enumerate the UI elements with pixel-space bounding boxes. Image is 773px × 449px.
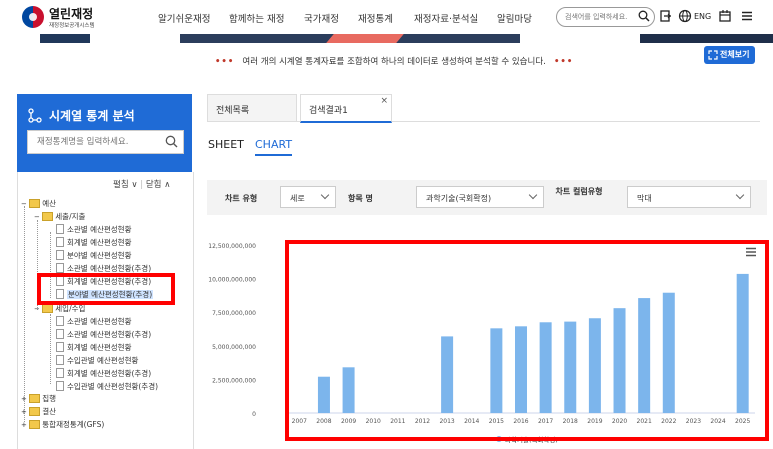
chevron-down-icon (735, 190, 745, 200)
info-message: ••• 여러 개의 시계열 통계자료를 조합하여 하나의 데이터로 생성하여 분… (215, 57, 574, 67)
document-icon (56, 381, 64, 391)
tree-item[interactable]: 소관별 예산편성현황(추경) (56, 329, 151, 341)
y-tick-label: 12,500,000,000 (208, 243, 256, 250)
tree-folder-gfs[interactable]: + 통합재정통계(GFS) (21, 419, 104, 431)
chart-type-select[interactable]: 세로 (280, 186, 336, 208)
document-icon (56, 368, 64, 378)
tree-collapse-button[interactable]: 닫힘 ∧ (146, 180, 171, 190)
nav-item-finance-materials[interactable]: 재정자료·분석실 (414, 11, 478, 25)
tree-folder-execution[interactable]: + 집행 (21, 393, 56, 405)
y-tick-label: 5,000,000,000 (212, 344, 256, 351)
tree-item[interactable]: 회계별 예산편성현황(추경) (56, 368, 151, 380)
fullview-label: 전체보기 (720, 50, 750, 59)
tree-item[interactable]: 분야별 예산편성현황 (56, 250, 131, 262)
search-icon[interactable] (638, 10, 650, 22)
decorative-banner (0, 34, 773, 43)
tree-guide-line (50, 314, 51, 384)
series-type-select[interactable]: 막대 (627, 186, 751, 208)
tree-item[interactable]: 소관별 예산편성현황 (56, 316, 131, 328)
tree-item[interactable]: 회계별 예산편성현황 (56, 342, 131, 354)
item-label: 항목 명 (348, 194, 373, 203)
globe-icon[interactable] (678, 9, 692, 23)
government-emblem-icon (22, 6, 44, 28)
hierarchy-icon (28, 108, 42, 123)
sidebar-search-input[interactable] (37, 135, 157, 149)
tree-guide-line (24, 206, 25, 422)
expand-icon (708, 50, 718, 60)
folder-icon (29, 393, 41, 403)
tree-controls: 펼침 ∨ | 닫힘 ∧ (113, 180, 171, 190)
fullview-button[interactable]: 전체보기 (704, 46, 755, 64)
logo-subtitle: 재정정보공개시스템 (49, 23, 95, 29)
document-icon (56, 342, 64, 352)
tree-expand-button[interactable]: 펼침 ∨ (113, 180, 138, 190)
tree-item[interactable]: 소관별 예산편성현황 (56, 224, 131, 236)
tree-folder-settlement[interactable]: + 결산 (21, 406, 56, 418)
tab-sheet[interactable]: SHEET (208, 138, 244, 151)
y-tick-label: 2,500,000,000 (212, 377, 256, 384)
folder-icon (29, 419, 41, 429)
close-tab-icon[interactable]: × (380, 96, 388, 106)
nav-item-easy-finance[interactable]: 알기쉬운재정 (158, 11, 210, 25)
menu-icon[interactable] (740, 9, 754, 23)
document-icon (56, 316, 64, 326)
header-search-input[interactable] (565, 10, 637, 23)
item-select[interactable]: 과학기술(국회확정) (416, 186, 544, 208)
info-text: 여러 개의 시계열 통계자료를 조합하여 하나의 데이터로 생성하여 분석할 수… (242, 57, 546, 67)
tree-item[interactable]: 수입관별 예산편성현황(추경) (56, 381, 158, 393)
series-type-label: 차트 컬럼유형 (555, 187, 603, 196)
chart-type-label: 차트 유형 (225, 194, 258, 203)
nav-item-notices[interactable]: 알림마당 (497, 11, 532, 25)
login-icon[interactable] (659, 9, 673, 23)
logo-name: 열린재정 (49, 7, 94, 21)
tree-item[interactable]: 회계별 예산편성현황 (56, 237, 131, 249)
tree-folder-budget[interactable]: − 예산 (21, 198, 56, 210)
document-icon (56, 355, 64, 365)
header-search (556, 7, 655, 27)
chevron-down-icon (320, 190, 330, 200)
tree-item[interactable]: 수입관별 예산편성현황 (56, 355, 138, 367)
folder-icon (29, 406, 41, 416)
tab-chart[interactable]: CHART (255, 138, 293, 156)
document-icon (56, 237, 64, 247)
site-logo[interactable]: 열린재정 재정정보공개시스템 (22, 4, 122, 30)
document-icon (56, 250, 64, 260)
folder-icon (29, 198, 41, 208)
sidebar-header: 시계열 통계 분석 (17, 94, 192, 172)
nav-item-finance-statistics[interactable]: 재정통계 (358, 11, 393, 25)
document-icon (56, 329, 64, 339)
y-tick-label: 7,500,000,000 (212, 310, 256, 317)
tab-search-result-1[interactable]: 검색결과1 × (300, 94, 392, 123)
highlight-box-tree-selection (37, 273, 175, 305)
tree-folder-expenditure[interactable]: − 세출/지출 (34, 211, 85, 223)
nav-item-national-finance[interactable]: 국가재정 (304, 11, 339, 25)
language-toggle[interactable]: ENG (694, 12, 711, 21)
sidebar-search (27, 130, 184, 154)
tab-all-list[interactable]: 전체목록 (207, 94, 297, 121)
document-icon (56, 224, 64, 234)
folder-icon (42, 211, 54, 221)
calendar-icon[interactable] (718, 9, 732, 23)
y-tick-label: 0 (252, 411, 256, 418)
sidebar-title: 시계열 통계 분석 (49, 109, 135, 123)
nav-item-together-finance[interactable]: 함께하는 재정 (229, 11, 284, 25)
chevron-down-icon (528, 190, 538, 200)
highlight-box-chart (285, 240, 769, 441)
site-header: 열린재정 재정정보공개시스템 알기쉬운재정 함께하는 재정 국가재정 재정통계 … (0, 0, 773, 35)
search-icon[interactable] (165, 135, 178, 148)
y-tick-label: 10,000,000,000 (208, 277, 256, 284)
document-icon (56, 263, 64, 273)
